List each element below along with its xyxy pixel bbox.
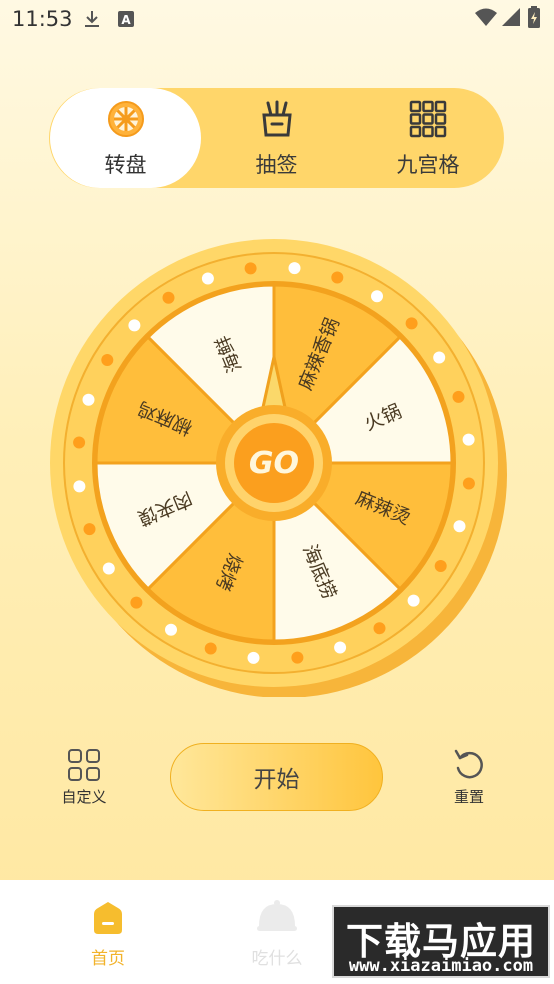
go-button-label[interactable]: GO [249, 446, 299, 481]
wheel-rim-light [101, 354, 114, 366]
wheel-rim-light [453, 520, 466, 533]
customize-button[interactable]: 自定义 [56, 748, 112, 807]
wheel-rim-light [128, 319, 141, 332]
wheel-rim-light [83, 523, 96, 536]
home-icon [90, 900, 126, 936]
wheel-rim-light [334, 641, 347, 654]
status-time: 11:53 [12, 7, 73, 31]
wheel-rim-light [82, 393, 95, 406]
svg-text:A: A [121, 13, 131, 27]
wheel-rim-light [165, 623, 177, 636]
watermark-logo: 下载马应用 www.xiazaimiao.com [332, 905, 550, 978]
reset-button[interactable]: 重置 [444, 748, 494, 807]
battery-icon [527, 6, 541, 32]
wifi-icon [474, 7, 498, 31]
mode-tabs: 转盘 抽签 九宫格 [49, 88, 504, 188]
wheel-rim-light [73, 480, 86, 493]
wheel-rim-light [102, 562, 115, 575]
wheel-rim-light [433, 351, 446, 364]
wheel-rim-light [201, 272, 214, 285]
wheel-rim-light [130, 596, 143, 609]
text-a-icon: A [116, 9, 136, 33]
start-button[interactable]: 开始 [170, 743, 383, 811]
signal-icon [501, 7, 521, 31]
wheel-icon [107, 100, 145, 138]
tab-wheel-label: 转盘 [104, 153, 147, 177]
customize-label: 自定义 [61, 788, 107, 806]
wheel-rim-light [288, 262, 301, 275]
tab-lottery-label: 抽签 [255, 153, 298, 177]
wheel-rim-light [247, 651, 260, 664]
nav-home[interactable]: 首页 [48, 880, 168, 984]
wheel-rim-light [462, 477, 475, 490]
food-cover-icon [256, 900, 298, 936]
wheel-rim-light [331, 271, 344, 284]
wheel-rim-light [373, 622, 386, 635]
tab-grid[interactable]: 九宫格 [352, 88, 504, 188]
refresh-icon [453, 748, 485, 782]
reset-label: 重置 [453, 788, 484, 806]
status-bar: 11:53 A [0, 0, 554, 38]
wheel-graphic: 麻辣香锅火锅麻辣烫海底捞烧烤肉夹馍椒麻鸡海鲜 GO [50, 239, 507, 697]
tab-wheel[interactable]: 转盘 [50, 88, 201, 188]
wheel-rim-light [462, 433, 475, 446]
nav-eat[interactable]: 吃什么 [217, 880, 337, 984]
wheel-rim-light [204, 642, 217, 655]
wheel-rim-light [73, 436, 86, 449]
tab-lottery[interactable]: 抽签 [201, 88, 352, 188]
spin-wheel[interactable]: 麻辣香锅 火锅 麻辣烫 海底捞 烧烤 肉夹馍 椒麻鸡 海鲜 GO [48, 237, 508, 697]
wheel-rim-light [371, 290, 383, 303]
nav-home-label: 首页 [91, 949, 125, 969]
wheel-rim-light [407, 594, 420, 607]
wheel-rim-light [434, 560, 447, 572]
grid-icon [409, 100, 447, 138]
lottery-sticks-icon [258, 100, 296, 138]
watermark-url: www.xiazaimiao.com [348, 956, 534, 976]
tab-grid-label: 九宫格 [396, 153, 460, 177]
download-icon [82, 9, 102, 33]
wheel-rim-light [244, 262, 257, 275]
wheel-rim-light [405, 317, 418, 330]
wheel-rim-light [162, 291, 175, 304]
nav-eat-label: 吃什么 [251, 949, 303, 969]
wheel-rim-light [291, 651, 304, 664]
four-squares-icon [67, 748, 101, 782]
wheel-rim-light [452, 390, 465, 403]
